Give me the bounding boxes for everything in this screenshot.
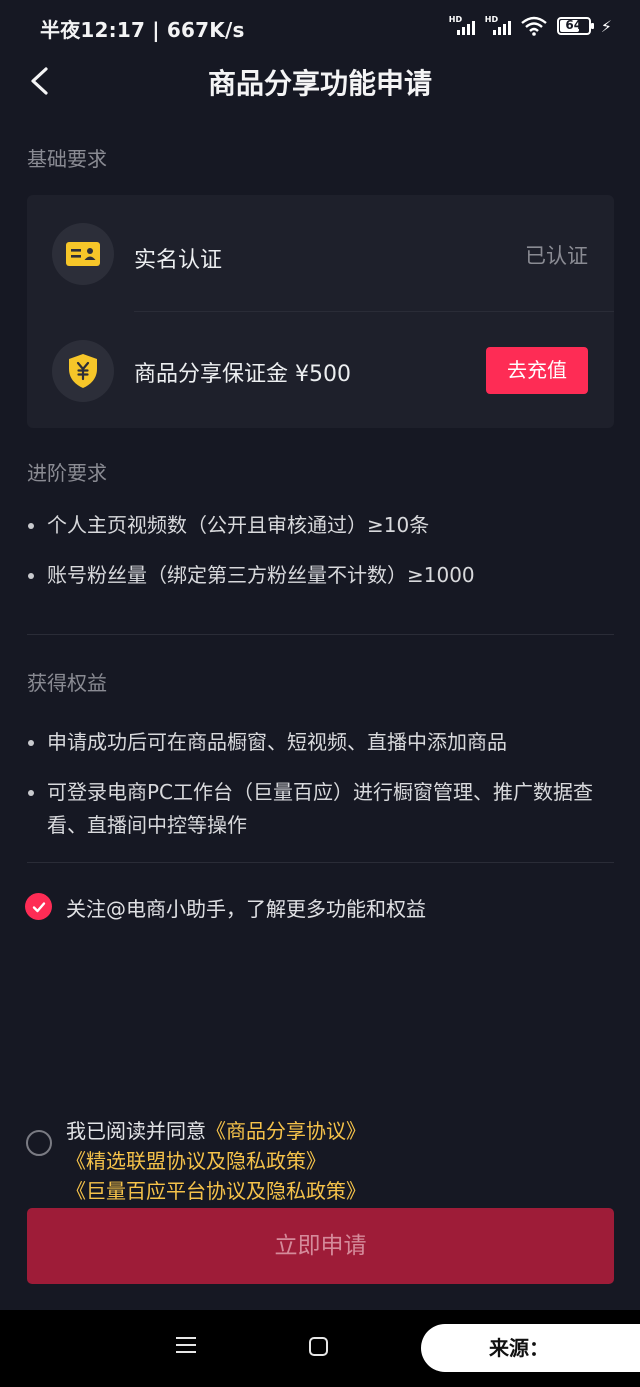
agreement-link-alliance-privacy[interactable]: 《精选联盟协议及隐私政策》 xyxy=(66,1149,326,1173)
realname-status: 已认证 xyxy=(525,244,588,268)
source-watermark: 来源：H12.NET xyxy=(421,1324,640,1387)
recharge-button[interactable]: 去充值 xyxy=(486,347,588,394)
advanced-item: 个人主页视频数（公开且审核通过）≥10条 xyxy=(27,509,612,542)
agreement-link-baiying-privacy[interactable]: 《巨量百应平台协议及隐私政策》 xyxy=(66,1179,366,1203)
shield-yuan-icon xyxy=(52,340,114,402)
system-nav-bar: 来源：H12.NET xyxy=(0,1310,640,1387)
section-title-advanced: 进阶要求 xyxy=(27,461,107,485)
apply-button[interactable]: 立即申请 xyxy=(27,1208,614,1284)
section-divider xyxy=(27,862,614,863)
follow-checkbox[interactable] xyxy=(25,893,52,920)
status-time-speed: 半夜12:17 | 667K/s xyxy=(40,18,245,42)
id-card-icon xyxy=(52,223,114,285)
recent-apps-icon[interactable] xyxy=(176,1337,196,1357)
agreement-checkbox[interactable] xyxy=(26,1130,52,1156)
home-icon[interactable] xyxy=(309,1337,328,1356)
agreement-prefix: 我已阅读并同意 xyxy=(66,1119,206,1143)
realname-row: 实名认证 已认证 xyxy=(27,199,614,309)
realname-label: 实名认证 xyxy=(134,248,223,273)
section-divider xyxy=(27,634,614,635)
card-divider xyxy=(134,311,614,312)
signal-icon-2: HD xyxy=(485,15,511,37)
screen: 半夜12:17 | 667K/s HD HD 64 ⚡ 商品分享功能申请 基础要… xyxy=(0,0,640,1387)
basic-requirements-card: 实名认证 已认证 商品分享保证金 ¥500 去充值 xyxy=(27,195,614,428)
deposit-label: 商品分享保证金 ¥500 xyxy=(134,362,351,387)
section-title-benefits: 获得权益 xyxy=(27,671,107,695)
battery-icon: 64 xyxy=(556,17,594,35)
follow-text[interactable]: 关注@电商小助手，了解更多功能和权益 xyxy=(66,893,426,922)
agreement-link-product-share[interactable]: 《商品分享协议》 xyxy=(206,1119,366,1143)
wifi-icon xyxy=(520,16,547,36)
charging-icon: ⚡ xyxy=(600,16,612,36)
status-bar: 半夜12:17 | 667K/s HD HD 64 ⚡ xyxy=(0,0,640,52)
section-title-basic: 基础要求 xyxy=(27,147,107,171)
checkmark-icon xyxy=(32,901,45,912)
battery-level: 64 xyxy=(565,18,583,32)
page-title: 商品分享功能申请 xyxy=(207,67,432,100)
agreement-text: 我已阅读并同意《商品分享协议》《精选联盟协议及隐私政策》《巨量百应平台协议及隐私… xyxy=(66,1116,611,1206)
benefit-item: 申请成功后可在商品橱窗、短视频、直播中添加商品 xyxy=(27,726,612,759)
benefit-item: 可登录电商PC工作台（巨量百应）进行橱窗管理、推广数据查看、直播间中控等操作 xyxy=(27,776,612,842)
header: 商品分享功能申请 xyxy=(0,52,640,110)
advanced-item: 账号粉丝量（绑定第三方粉丝量不计数）≥1000 xyxy=(27,559,612,592)
signal-icon: HD xyxy=(449,15,475,37)
status-icons: HD HD 64 ⚡ xyxy=(449,14,612,38)
